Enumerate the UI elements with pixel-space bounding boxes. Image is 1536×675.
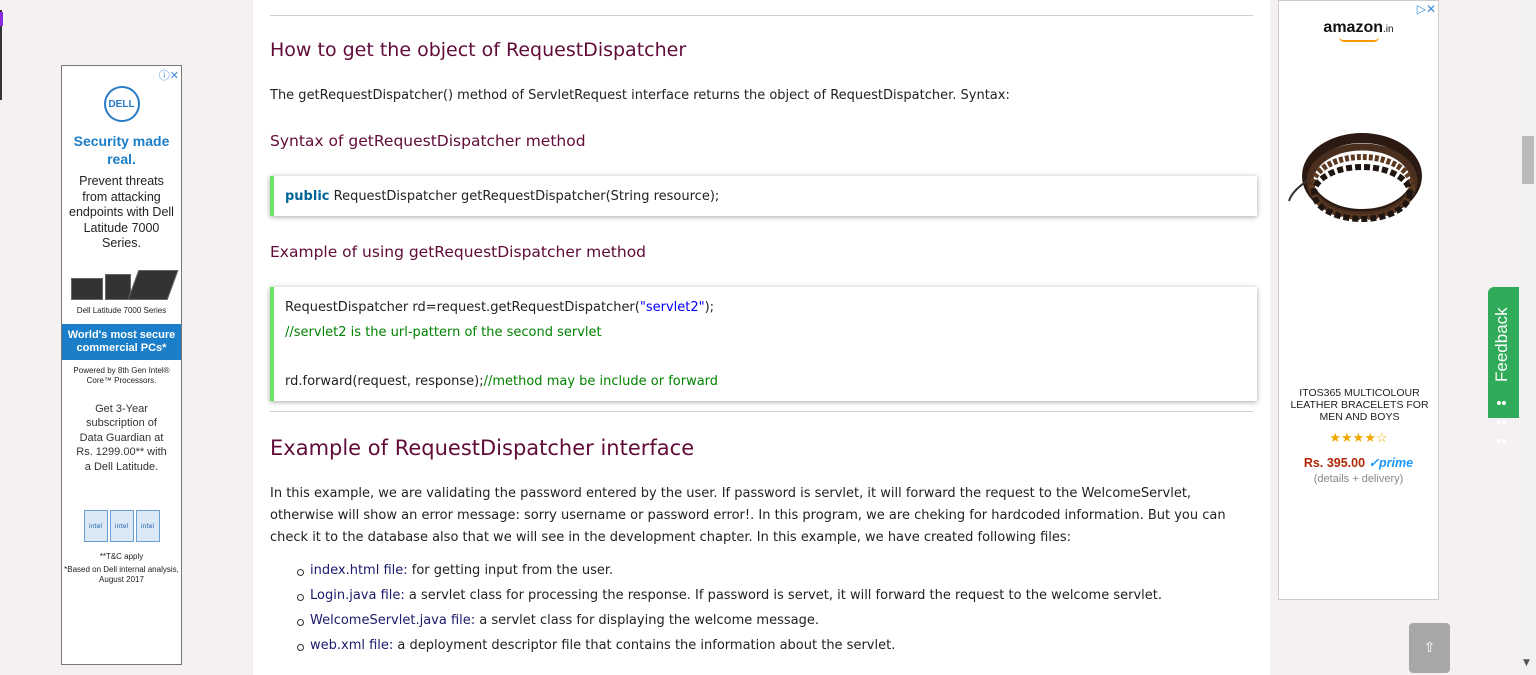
file-term: WelcomeServlet.java file: — [310, 613, 476, 628]
files-list: index.html file: for getting input from … — [297, 563, 1162, 663]
dell-advertisement[interactable]: ⓘ✕ DELL Security made real. Prevent thre… — [61, 65, 182, 665]
list-item: web.xml file: a deployment descriptor fi… — [297, 638, 1162, 663]
file-term: index.html file: — [310, 563, 408, 578]
feedback-label: Feedback — [1492, 307, 1511, 382]
code-text: RequestDispatcher getRequestDispatcher(S… — [329, 189, 720, 204]
code-text: ); — [704, 300, 715, 315]
amazon-smile-icon — [1338, 37, 1379, 42]
example-usage-heading: Example of using getRequestDispatcher me… — [270, 243, 647, 261]
file-term: web.xml file: — [310, 638, 394, 653]
window-edge-marker — [0, 12, 3, 26]
paragraph-line: In this example, we are validating the p… — [270, 486, 1192, 501]
file-desc: for getting input from the user. — [407, 563, 614, 578]
rating-stars: ★★★★☆ — [1329, 430, 1388, 445]
code-text: rd.forward(request, response); — [285, 374, 484, 389]
ad-close-icon[interactable]: ▷✕ — [1417, 2, 1436, 16]
ad-footnote: *Based on Dell internal analysis, August… — [64, 565, 179, 584]
feedback-dots-icon — [1497, 390, 1511, 447]
divider — [270, 15, 1253, 16]
code-comment: //servlet2 is the url-pattern of the sec… — [285, 325, 602, 340]
file-desc: a deployment descriptor file that contai… — [393, 638, 896, 653]
syntax-heading: Syntax of getRequestDispatcher method — [270, 132, 586, 150]
intro-text: The getRequestDispatcher() method of Ser… — [270, 88, 1010, 103]
feedback-tab[interactable]: Feedback — [1488, 287, 1519, 443]
paragraph-line: otherwise will show an error message: so… — [270, 508, 1226, 523]
scrollbar-thumb[interactable] — [1522, 136, 1534, 184]
list-item: index.html file: for getting input from … — [297, 563, 1162, 588]
laptops-image — [62, 264, 181, 300]
ad-body-text: Prevent threats from attacking endpoints… — [69, 174, 174, 250]
page-scrollbar[interactable]: ▼ — [1519, 0, 1536, 675]
bracelet-image[interactable] — [1287, 121, 1427, 231]
dell-logo: DELL — [103, 86, 140, 122]
intel-badge-icon: intel — [135, 510, 160, 542]
code-string: "servlet2" — [639, 300, 705, 315]
main-content: How to get the object of RequestDispatch… — [253, 0, 1270, 675]
laptop-caption: Dell Latitude 7000 Series — [76, 305, 167, 315]
list-item: Login.java file: a servlet class for pro… — [297, 588, 1162, 613]
details-link[interactable]: (details + delivery) — [1279, 473, 1438, 485]
divider — [270, 411, 1253, 412]
code-text: RequestDispatcher rd=request.getRequestD… — [285, 300, 640, 315]
list-item: WelcomeServlet.java file: a servlet clas… — [297, 613, 1162, 638]
example-code-block: RequestDispatcher rd=request.getRequestD… — [270, 287, 1257, 401]
example-interface-heading: Example of RequestDispatcher interface — [270, 436, 695, 460]
ad-powered-by: Powered by 8th Gen Intel® Core™ Processo… — [73, 365, 170, 385]
ad-headline: Security made real. — [73, 133, 170, 167]
file-desc: a servlet class for processing the respo… — [404, 588, 1162, 603]
amazon-logo: amazon.in — [1323, 19, 1394, 36]
code-comment: //method may be include or forward — [483, 374, 719, 389]
back-to-top-button[interactable]: ⇧ — [1409, 623, 1450, 673]
ad-terms: **T&C apply — [99, 552, 144, 561]
heading-get-object: How to get the object of RequestDispatch… — [270, 39, 687, 61]
ad-offer-text: Get 3-Year subscription of Data Guardian… — [76, 402, 167, 473]
amazon-advertisement[interactable]: ▷✕ amazon.in ITOS365 MULTICOLOUR LEATHER… — [1278, 0, 1439, 600]
file-desc: a servlet class for displaying the welco… — [475, 613, 819, 628]
file-term: Login.java file: — [310, 588, 405, 603]
ad-banner: World's most secure commercial PCs* — [62, 323, 181, 360]
ad-info-close-icon[interactable]: ⓘ✕ — [159, 67, 179, 83]
paragraph-line: check it to the database also that we wi… — [270, 530, 1072, 545]
prime-icon: ✓prime — [1368, 456, 1414, 470]
code-keyword: public — [285, 189, 330, 204]
intel-badge-icon: intel — [109, 510, 134, 542]
product-price: Rs. 395.00 ✓prime — [1303, 456, 1414, 470]
intel-badge-icon: intel — [83, 510, 108, 542]
scroll-down-icon[interactable]: ▼ — [1523, 658, 1530, 668]
syntax-code-block: public RequestDispatcher getRequestDispa… — [270, 176, 1257, 216]
intel-badges: intel intel intel — [62, 510, 181, 542]
product-name[interactable]: ITOS365 MULTICOLOUR LEATHER BRACELETS FO… — [1284, 387, 1435, 423]
